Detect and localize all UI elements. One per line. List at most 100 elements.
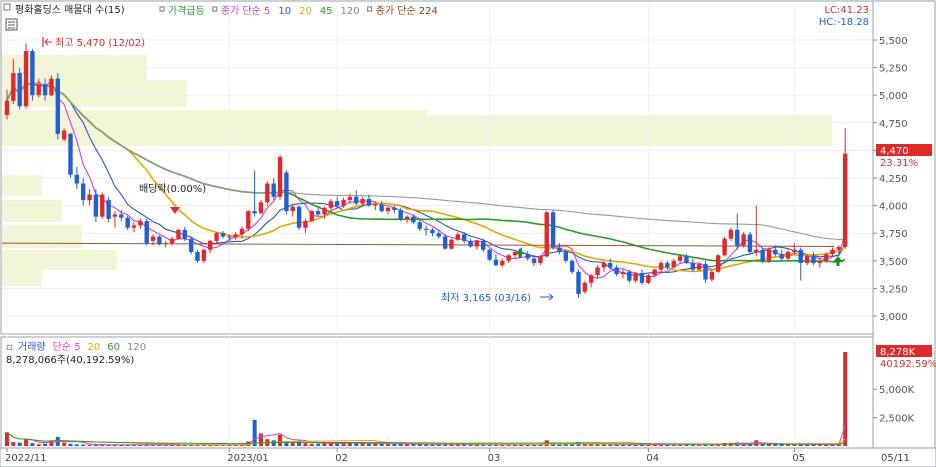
candle-body <box>36 84 41 96</box>
candle-body <box>741 234 746 246</box>
candle-body <box>576 271 581 294</box>
candle-body <box>754 249 759 252</box>
candle-body <box>735 229 740 246</box>
volume-tick-label: 2,500K <box>879 414 915 425</box>
volume-bar <box>5 432 9 446</box>
candle-body <box>474 240 480 247</box>
candle-body <box>49 78 54 96</box>
price-tick-label: 5,250 <box>879 64 908 75</box>
candle-body <box>773 249 778 255</box>
volume-legend-item: 단순 5 <box>53 341 81 353</box>
volume-bar <box>278 434 283 446</box>
candle-body <box>620 271 626 275</box>
candle-body <box>671 260 676 268</box>
price-tick-label: 3,000 <box>879 312 908 323</box>
price-panel-frame <box>0 0 874 335</box>
volume-bar <box>36 444 41 446</box>
candle-body <box>665 263 670 268</box>
volume-profile-bar <box>2 270 42 286</box>
candle-body <box>290 206 295 212</box>
candle-body <box>335 201 340 206</box>
candle-body <box>531 258 537 264</box>
volume-bar <box>271 440 276 446</box>
candle-body <box>582 282 588 292</box>
change-percent: 23.31% <box>880 158 918 169</box>
candle-body <box>817 260 822 264</box>
candle-body <box>728 229 734 239</box>
candle-body <box>138 221 143 226</box>
volume-menu-icon[interactable]: ▫ <box>6 342 13 353</box>
high-label: 최고 5,470 (12/02) <box>55 37 145 49</box>
current-price-value: 4,470 <box>880 146 909 157</box>
legend-item: 120 <box>341 6 360 17</box>
candle-body <box>423 228 429 230</box>
legend-item: 20 <box>299 6 312 17</box>
hc-label: HC:-18.28 <box>819 17 869 28</box>
volume-summary: 8,278,066주(40,192.59%) <box>6 355 134 366</box>
candle-body <box>392 207 397 211</box>
volume-profile-bar <box>2 225 82 248</box>
indicator-legend[interactable]: 가격급등 종가 단순 5 10 20 45 120 종가 단순 224 <box>159 4 438 17</box>
candle-body <box>690 263 695 270</box>
candle-body <box>163 243 168 245</box>
candle-body <box>462 234 467 241</box>
candle-body <box>411 216 416 223</box>
candle-body <box>81 183 86 201</box>
volume-bar <box>24 439 29 446</box>
volume-profile-bar <box>2 115 832 146</box>
stock-title[interactable]: 평화홀딩스 매물대 수(15) <box>15 3 125 16</box>
stock-chart[interactable]: 5,5005,2505,0004,7504,5004,2504,0003,750… <box>0 0 936 467</box>
candle-body <box>481 240 486 250</box>
candle-body <box>525 254 530 259</box>
time-tick-label: 2023/01 <box>227 453 269 464</box>
price-tick-label: 5,000 <box>879 91 908 102</box>
candle-body <box>328 201 334 208</box>
candle-body <box>823 254 829 261</box>
current-volume-value: 8,278K <box>880 347 916 358</box>
candle-body <box>385 207 391 212</box>
volume-bar <box>11 442 16 446</box>
candle-body <box>646 275 651 283</box>
candle-body <box>468 240 473 247</box>
candle-body <box>487 249 492 260</box>
price-tick-label: 4,750 <box>879 119 908 130</box>
time-tick-label: 04 <box>646 453 659 464</box>
candle-body <box>792 249 797 252</box>
candle-body <box>760 249 765 261</box>
candle-body <box>836 246 842 250</box>
candle-body <box>233 234 238 238</box>
legend-item: 종가 단순 224 <box>376 5 438 17</box>
candle-body <box>639 272 645 283</box>
candle-body <box>785 251 791 259</box>
candle-body <box>265 183 270 203</box>
candle-body <box>246 211 251 229</box>
candle-body <box>563 251 568 261</box>
candle-body <box>614 267 619 275</box>
candle-body <box>417 222 422 229</box>
candle-body <box>373 204 378 206</box>
volume-bar <box>252 419 257 446</box>
candle-body <box>379 204 384 212</box>
time-tick-label: 2022/11 <box>5 453 47 464</box>
volume-bar <box>43 443 48 446</box>
candle-body <box>354 196 359 204</box>
candle-body <box>633 272 638 281</box>
volume-bar <box>779 444 784 446</box>
candle-body <box>125 217 130 228</box>
volume-profile-bar <box>2 200 62 222</box>
volume-bar <box>843 352 848 446</box>
candle-body <box>557 247 562 252</box>
volume-bar <box>316 443 321 446</box>
candle-body <box>595 267 600 276</box>
volume-bar <box>595 444 600 446</box>
candle-body <box>11 73 16 101</box>
candle-body <box>684 256 689 264</box>
candle-body <box>296 206 302 228</box>
candle-body <box>455 234 461 240</box>
candle-body <box>309 211 314 222</box>
candle-body <box>220 233 226 237</box>
volume-bar <box>309 443 314 446</box>
legend-item: 45 <box>320 6 333 17</box>
volume-bar <box>259 433 263 446</box>
price-tick-label: 3,500 <box>879 257 908 268</box>
